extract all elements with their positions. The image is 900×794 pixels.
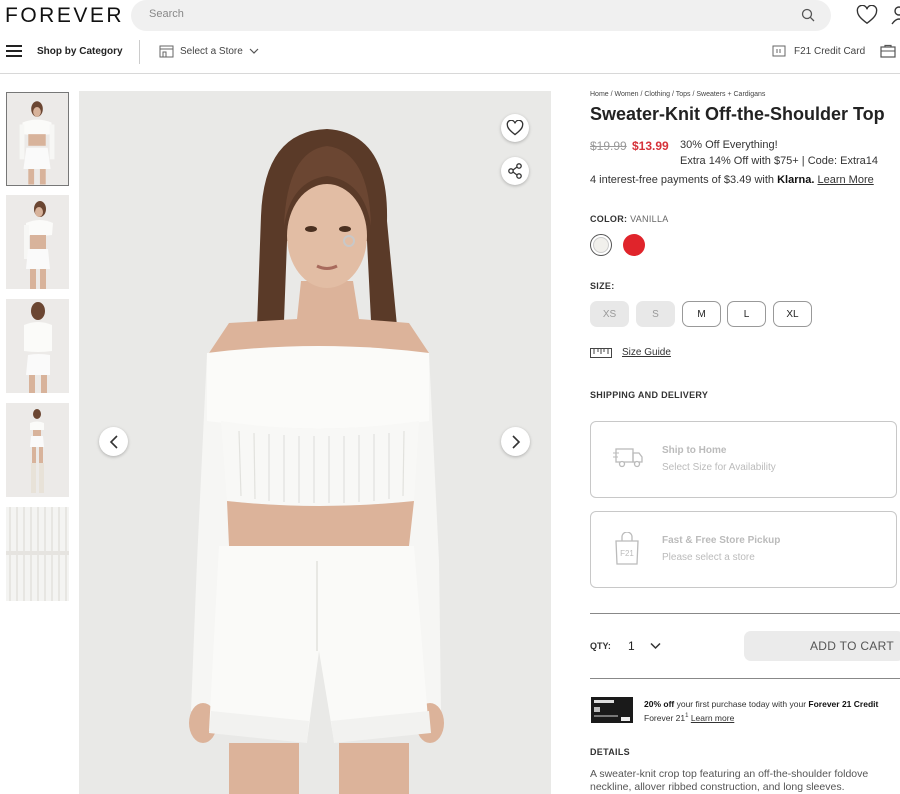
store-pickup-subtitle: Please select a store: [662, 552, 755, 563]
product-thumbnail[interactable]: [6, 299, 69, 393]
quantity-select[interactable]: 1: [628, 639, 635, 653]
color-label: COLOR: VANILLA: [590, 214, 669, 224]
product-thumbnail[interactable]: [6, 195, 69, 289]
truck-icon: [613, 448, 643, 468]
chevron-left-icon: [109, 434, 118, 449]
credit-card-icon: [772, 45, 786, 57]
promo-text: 30% Off Everything!: [680, 139, 778, 151]
details-heading: DETAILS: [590, 747, 630, 757]
main-product-image[interactable]: [79, 91, 551, 794]
color-swatch-vanilla[interactable]: [590, 234, 612, 256]
credit-card-offer: 20% off your first purchase today with y…: [644, 699, 879, 723]
size-l-button[interactable]: L: [727, 301, 766, 327]
shopping-bag-icon[interactable]: [880, 44, 896, 58]
shop-by-category-link[interactable]: Shop by Category: [37, 46, 123, 57]
product-title: Sweater-Knit Off-the-Shoulder Top: [590, 104, 885, 124]
product-thumbnail[interactable]: [6, 403, 69, 497]
product-thumbnail[interactable]: [6, 92, 69, 186]
ruler-icon: [590, 347, 612, 358]
add-to-wishlist-button[interactable]: [501, 114, 529, 142]
size-label: SIZE:: [590, 281, 615, 291]
quantity-label: QTY:: [590, 641, 611, 651]
klarna-message: 4 interest-free payments of $3.49 with K…: [590, 174, 874, 186]
f21-icon-text: F21: [620, 549, 634, 558]
forever21-credit-card-image: [591, 697, 633, 723]
divider: [590, 678, 900, 679]
size-m-button[interactable]: M: [682, 301, 721, 327]
sale-price: $13.99: [632, 139, 669, 153]
klarna-learn-more-link[interactable]: Learn More: [817, 174, 873, 186]
add-to-cart-button[interactable]: ADD TO CART: [744, 631, 900, 661]
account-icon[interactable]: [891, 5, 900, 25]
size-guide-label: Size Guide: [622, 347, 671, 358]
store-pickup-title: Fast & Free Store Pickup: [662, 535, 781, 546]
size-xs-button[interactable]: XS: [590, 301, 629, 327]
search-bar[interactable]: Search: [131, 0, 831, 31]
select-store-label: Select a Store: [180, 46, 243, 57]
ship-to-home-title: Ship to Home: [662, 445, 727, 456]
nav-bar: Shop by Category Select a Store F21 Cred…: [0, 40, 900, 74]
size-guide-link[interactable]: Size Guide: [590, 347, 671, 358]
previous-image-button[interactable]: [99, 427, 128, 456]
size-s-button[interactable]: S: [636, 301, 675, 327]
credit-card-label: F21 Credit Card: [794, 45, 866, 57]
ship-to-home-subtitle: Select Size for Availability: [662, 462, 776, 473]
heart-icon: [506, 120, 524, 136]
next-image-button[interactable]: [501, 427, 530, 456]
original-price: $19.99: [590, 139, 627, 153]
search-input[interactable]: Search: [149, 8, 184, 20]
select-store-dropdown[interactable]: Select a Store: [159, 45, 259, 58]
promo-code-text: Extra 14% Off with $75+ | Code: Extra14: [680, 155, 879, 167]
store-pickup-option[interactable]: F21 Fast & Free Store Pickup Please sele…: [590, 511, 897, 588]
chevron-down-icon: [249, 48, 259, 54]
klarna-logo: Klarna.: [777, 174, 815, 186]
divider: [590, 613, 900, 614]
wishlist-heart-icon[interactable]: [856, 5, 878, 25]
klarna-text: 4 interest-free payments of $3.49 with: [590, 174, 775, 186]
product-photo: [79, 91, 551, 794]
share-icon: [508, 163, 522, 179]
chevron-down-icon[interactable]: [650, 642, 661, 650]
menu-icon[interactable]: [6, 45, 22, 57]
ship-to-home-option[interactable]: Ship to Home Select Size for Availabilit…: [590, 421, 897, 498]
credit-card-link[interactable]: F21 Credit Card: [772, 45, 865, 57]
card-offer-learn-more-link[interactable]: Learn more: [691, 713, 734, 723]
color-swatch-red[interactable]: [623, 234, 645, 256]
store-icon: [159, 45, 174, 58]
selected-color: VANILLA: [630, 214, 669, 224]
share-button[interactable]: [501, 157, 529, 185]
breadcrumb[interactable]: Home / Women / Clothing / Tops / Sweater…: [590, 91, 765, 98]
size-xl-button[interactable]: XL: [773, 301, 812, 327]
nav-divider: [139, 40, 140, 64]
product-thumbnail[interactable]: [6, 507, 69, 601]
chevron-right-icon: [511, 434, 520, 449]
product-description: A sweater-knit crop top featuring an off…: [590, 768, 869, 793]
search-icon[interactable]: [801, 8, 815, 22]
shopping-bag-f21-icon: F21: [615, 532, 639, 565]
shipping-heading: SHIPPING AND DELIVERY: [590, 390, 709, 400]
